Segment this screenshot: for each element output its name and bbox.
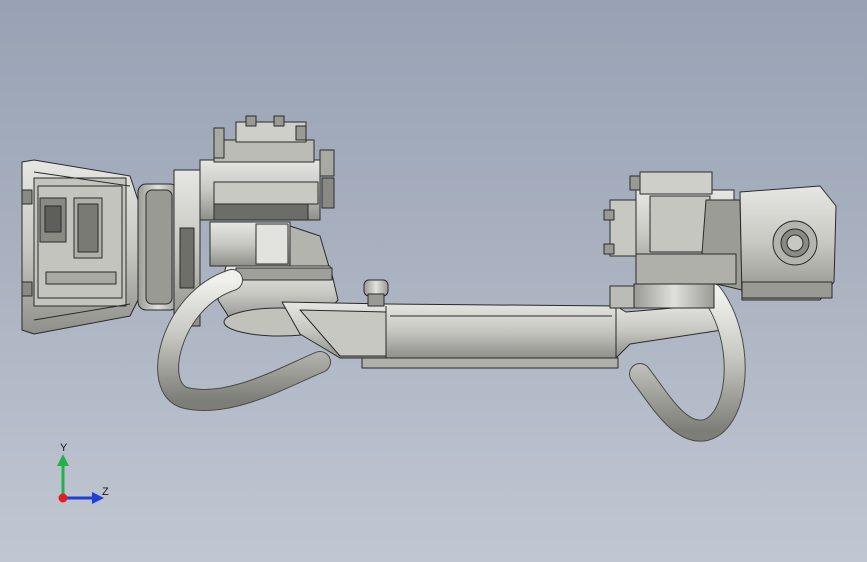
y-axis-label: Y [60, 442, 68, 454]
left-motor-housing [21, 159, 139, 335]
graphics-viewport[interactable]: Y Z [0, 0, 867, 562]
z-axis-label: Z [102, 486, 109, 498]
shoulder-body [199, 115, 335, 281]
coordinate-triad: Y Z [50, 440, 120, 510]
robot-arm-model[interactable] [0, 0, 867, 562]
